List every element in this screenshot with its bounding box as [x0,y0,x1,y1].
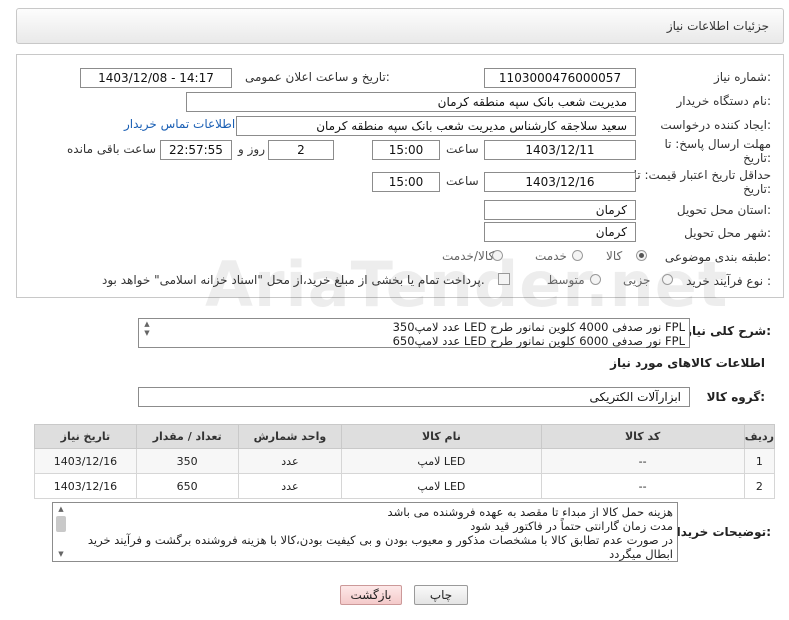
cell-code: -- [540,448,745,474]
remaining-label: ساعت باقی مانده [67,142,157,156]
notes-scroll-down-icon[interactable]: ▼ [55,550,67,559]
process-minor-label: جزیی [623,273,651,287]
province-field[interactable]: کرمان [484,200,636,220]
cell-code: -- [540,473,745,499]
cell-unit: عدد [237,448,343,474]
cell-need-date: 1403/12/16 [34,448,137,474]
goods-section-title: اطلاعات کالاهای مورد نیاز [610,356,765,370]
goods-group-field[interactable]: ابزارآلات الکتریکی [138,387,690,407]
days-field[interactable]: 2 [268,140,334,160]
process-label: نوع فرآیند خرید : [686,274,771,288]
buyer-org-label: نام دستگاه خریدار: [676,94,772,108]
need-number-field[interactable]: 1103000476000057 [484,68,636,88]
need-number-label: شماره نیاز: [713,70,771,84]
cell-row: 2 [743,473,776,499]
col-row: ردیف [743,424,776,449]
process-medium-radio[interactable] [590,274,601,285]
summary-scroll-arrows-icon[interactable]: ▲ ▼ [141,320,153,338]
category-service-radio[interactable] [572,250,583,261]
price-time-label: ساعت [446,174,479,188]
cell-row: 1 [743,448,776,474]
cell-unit: عدد [237,473,343,499]
cell-name: لامپ LED [341,448,542,474]
category-service-label: خدمت [535,249,567,263]
cell-name: لامپ LED [341,473,542,499]
cell-need-date: 1403/12/16 [34,473,137,499]
summary-line-1: 350عدد لامپ LED نور صدفی 4000 کلوین نمان… [392,320,685,334]
province-label: استان محل تحویل: [676,203,771,217]
col-code: کد کالا [540,424,745,449]
table-header-row: تاریخ نیاز تعداد / مقدار واحد شمارش نام … [34,424,776,449]
notes-scrollbar-thumb[interactable] [56,516,66,532]
category-goods-label: کالا [606,249,623,263]
price-date-field[interactable]: 1403/12/16 [484,172,636,192]
days-label: روز و [238,142,265,156]
goods-table: تاریخ نیاز تعداد / مقدار واحد شمارش نام … [34,424,776,499]
treasury-note: پرداخت تمام یا بخشی از مبلغ خرید،از محل … [102,273,485,287]
process-minor-radio[interactable] [662,274,673,285]
notes-line-2: مدت زمان گارانتی حتماً در فاکتور قید شود [470,519,673,533]
page-title: جزئیات اطلاعات نیاز [666,19,769,33]
city-field[interactable]: کرمان [484,222,636,242]
reply-date-field[interactable]: 1403/12/11 [484,140,636,160]
summary-line-2: 650عدد لامپ LED نور صدفی 6000 کلوین نمان… [392,334,685,348]
announce-field[interactable]: 1403/12/08 - 14:17 [80,68,232,88]
col-need-date: تاریخ نیاز [34,424,137,449]
buyer-notes-textarea[interactable]: ▲ ▼ هزینه حمل کالا از مبداء تا مقصد به ع… [52,502,678,562]
reply-time-field[interactable]: 15:00 [372,140,440,160]
col-quantity: تعداد / مقدار [135,424,239,449]
requester-field[interactable]: سعید سلاجقه کارشناس مدیریت شعب بانک سپه … [236,116,636,136]
back-button[interactable]: بازگشت [340,585,402,605]
col-unit: واحد شمارش [237,424,343,449]
cell-quantity: 650 [135,473,239,499]
cell-quantity: 350 [135,448,239,474]
summary-label: شرح کلی نیاز: [685,324,771,338]
city-label: شهر محل تحویل: [684,226,771,240]
process-medium-label: متوسط [547,273,585,287]
buyer-contact-link[interactable]: اطلاعات تماس خریدار [124,117,235,131]
price-validity-label: حداقل تاریخ اعتبار قیمت: تا تاریخ: [633,168,771,196]
requester-label: ایجاد کننده درخواست: [660,118,771,132]
table-row: 1403/12/16 350 عدد لامپ LED -- 1 [34,448,776,474]
price-time-field[interactable]: 15:00 [372,172,440,192]
buyer-org-field[interactable]: مدیریت شعب بانک سپه منطقه کرمان [186,92,636,112]
col-name: نام کالا [341,424,542,449]
category-goods-radio[interactable] [636,250,647,261]
category-both-label: کالا/خدمت [442,249,495,263]
summary-textarea[interactable]: ▲ ▼ 350عدد لامپ LED نور صدفی 4000 کلوین ن… [138,318,690,348]
category-label: طبقه بندی موضوعی: [664,250,771,264]
goods-group-label: گروه کالا: [706,390,765,404]
treasury-checkbox[interactable] [498,273,510,285]
page-header: جزئیات اطلاعات نیاز [16,8,784,44]
reply-deadline-label: مهلت ارسال پاسخ: تا تاریخ: [664,137,771,165]
notes-line-1: هزینه حمل کالا از مبداء تا مقصد به عهده … [387,505,673,519]
buyer-notes-label: توضیحات خریدار: [669,525,771,539]
reply-time-label: ساعت [446,142,479,156]
table-row: 1403/12/16 650 عدد لامپ LED -- 2 [34,473,776,499]
notes-scroll-up-icon[interactable]: ▲ [55,505,67,514]
announce-label: تاریخ و ساعت اعلان عمومی: [245,70,390,84]
notes-line-3: در صورت عدم تطابق کالا با مشخصات مذکور و… [87,533,673,561]
print-button[interactable]: چاپ [414,585,468,605]
remaining-time-field[interactable]: 22:57:55 [160,140,232,160]
